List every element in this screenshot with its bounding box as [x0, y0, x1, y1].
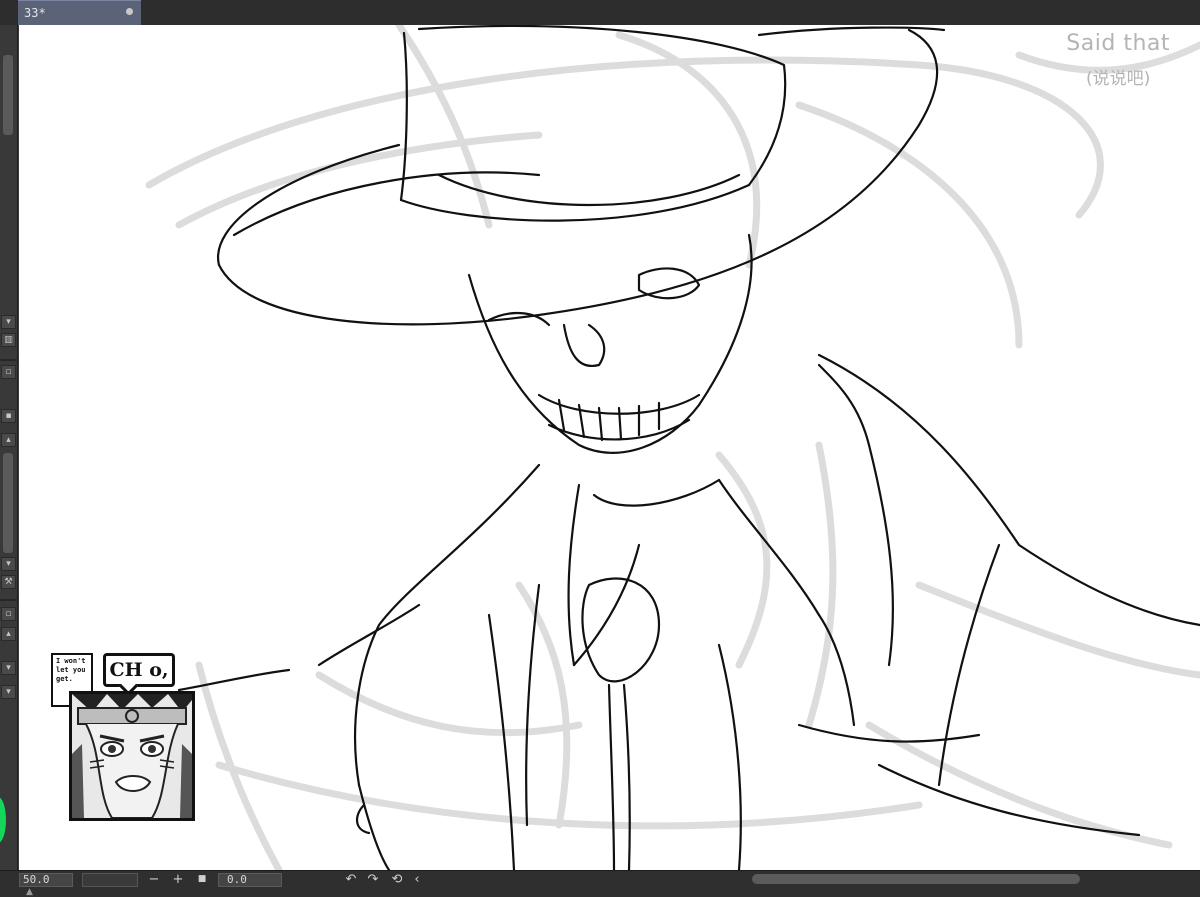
chevron-down-icon[interactable]: ▾: [1, 557, 16, 571]
zoom-level-field[interactable]: 50.0: [19, 873, 73, 887]
zoom-in-button[interactable]: +: [171, 872, 185, 888]
rough-sketch-layer: [145, 25, 1200, 870]
reset-rotation-button[interactable]: ⟲: [390, 872, 404, 888]
panel-scrollbar-2[interactable]: [3, 453, 13, 553]
zoom-out-button[interactable]: −: [147, 872, 161, 888]
panel-divider: [0, 359, 18, 361]
panel-divider: [0, 599, 18, 601]
folder-icon[interactable]: ▪: [1, 409, 16, 423]
status-indicator: [0, 797, 6, 843]
tab-bar: 33*: [0, 0, 1200, 25]
ink-layer: [177, 25, 1200, 870]
rotate-right-button[interactable]: ↷: [366, 872, 380, 888]
zoom-slider[interactable]: [82, 873, 138, 887]
big-speech-text: CH o,: [109, 659, 169, 681]
drawing-canvas[interactable]: Said that (说说吧) I won't let you get. CH …: [19, 25, 1200, 870]
chevron-down-icon[interactable]: ▾: [1, 315, 16, 329]
rotation-field[interactable]: 0.0: [218, 873, 282, 887]
caption-overlay: Said that (说说吧): [1066, 31, 1170, 89]
manga-face-image: [72, 694, 192, 818]
tab-close-icon[interactable]: [126, 8, 133, 15]
left-tool-panel: ▾ ▥ ▫ ▪ ▴ ▾ ⚒ ▫ ▴ ▾ ▾: [0, 25, 18, 870]
manga-face-panel: [69, 691, 195, 821]
chevron-up-icon[interactable]: ▴: [1, 627, 16, 641]
chevron-up-icon[interactable]: ▴: [1, 433, 16, 447]
caption-line-2: (说说吧): [1086, 69, 1151, 89]
document-tab[interactable]: 33*: [18, 0, 141, 25]
rotate-left-button[interactable]: ↶: [344, 872, 358, 888]
trash-icon[interactable]: ▥: [1, 333, 16, 347]
settings-icon[interactable]: ▫: [1, 607, 16, 621]
layer-icon[interactable]: ▫: [1, 365, 16, 379]
caption-line-1: Said that: [1066, 31, 1170, 56]
dropdown-icon[interactable]: ▾: [1, 685, 16, 699]
horizontal-scrollbar[interactable]: [752, 874, 1080, 884]
status-bar: 50.0 − + ■ 0.0 ↶ ↷ ⟲ ‹ ▲: [0, 870, 1200, 897]
document-tab-title: 33*: [24, 6, 46, 20]
flip-button[interactable]: ‹: [410, 872, 424, 888]
reaction-sticker: I won't let you get. CH o,: [51, 651, 201, 826]
big-speech-bubble: CH o,: [103, 653, 175, 696]
fit-view-button[interactable]: ■: [195, 872, 209, 888]
wrench-icon[interactable]: ⚒: [1, 575, 16, 589]
chevron-down-icon[interactable]: ▾: [1, 661, 16, 675]
panel-scrollbar[interactable]: [3, 55, 13, 135]
